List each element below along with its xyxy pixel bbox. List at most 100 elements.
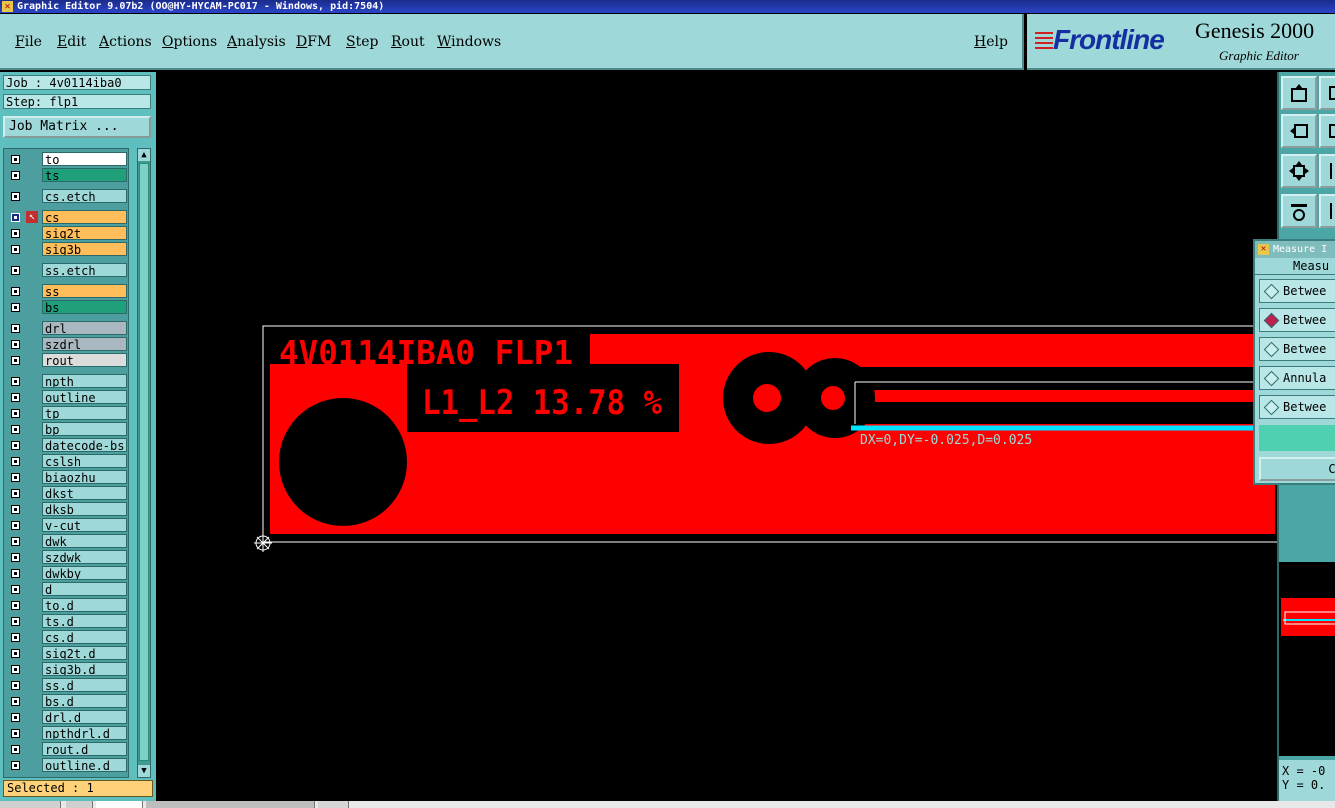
layer-row-to-d[interactable]: to.d bbox=[6, 598, 128, 613]
layer-checkbox[interactable] bbox=[11, 697, 20, 706]
layer-row-sig3b[interactable]: sig3b bbox=[6, 242, 128, 257]
layer-checkbox[interactable] bbox=[11, 266, 20, 275]
layer-name[interactable]: dksb bbox=[42, 502, 127, 516]
layer-name[interactable]: dwkby bbox=[42, 566, 127, 580]
layer-checkbox[interactable] bbox=[11, 585, 20, 594]
layer-name[interactable]: npth bbox=[42, 374, 127, 388]
layer-name[interactable]: rout bbox=[42, 353, 127, 367]
tools-button[interactable] bbox=[1281, 194, 1317, 228]
layer-row-ts-d[interactable]: ts.d bbox=[6, 614, 128, 629]
layer-name[interactable]: ss bbox=[42, 284, 127, 298]
layer-name[interactable]: sig2t.d bbox=[42, 646, 127, 660]
layer-row-npth[interactable]: npth bbox=[6, 374, 128, 389]
overview-map[interactable] bbox=[1279, 562, 1335, 756]
layer-name[interactable]: sig3b.d bbox=[42, 662, 127, 676]
layer-row-tp[interactable]: tp bbox=[6, 406, 128, 421]
layer-name[interactable]: bs.d bbox=[42, 694, 127, 708]
measure-option-1[interactable]: Betwee bbox=[1259, 279, 1335, 303]
split-tool-button[interactable] bbox=[1319, 194, 1335, 228]
layer-checkbox[interactable] bbox=[11, 303, 20, 312]
layer-row-szdrl[interactable]: szdrl bbox=[6, 337, 128, 352]
layer-row-sig3b-d[interactable]: sig3b.d bbox=[6, 662, 128, 677]
layer-row-cs-d[interactable]: cs.d bbox=[6, 630, 128, 645]
layer-row-ss-etch[interactable]: ss.etch bbox=[6, 263, 128, 278]
radio-diamond-icon[interactable] bbox=[1263, 341, 1280, 358]
layer-checkbox[interactable] bbox=[11, 729, 20, 738]
menu-windows[interactable]: Windows bbox=[437, 34, 501, 50]
layer-name[interactable]: tp bbox=[42, 406, 127, 420]
layer-checkbox[interactable] bbox=[11, 213, 20, 222]
layer-checkbox[interactable] bbox=[11, 245, 20, 254]
layer-row-d[interactable]: d bbox=[6, 582, 128, 597]
layer-name[interactable]: ts.d bbox=[42, 614, 127, 628]
layer-row-drl-d[interactable]: drl.d bbox=[6, 710, 128, 725]
dialog-close-icon[interactable]: ✕ bbox=[1258, 244, 1269, 255]
layer-name[interactable]: datecode-bs bbox=[42, 438, 127, 452]
radio-diamond-icon[interactable] bbox=[1263, 283, 1280, 300]
layer-checkbox[interactable] bbox=[11, 761, 20, 770]
layer-row-dwkby[interactable]: dwkby bbox=[6, 566, 128, 581]
layer-checkbox[interactable] bbox=[11, 340, 20, 349]
layer-checkbox[interactable] bbox=[11, 229, 20, 238]
measure-dialog-title-bar[interactable]: ✕ Measure I bbox=[1255, 241, 1335, 258]
layer-name[interactable]: biaozhu bbox=[42, 470, 127, 484]
layer-name[interactable]: dwk bbox=[42, 534, 127, 548]
layer-checkbox[interactable] bbox=[11, 489, 20, 498]
layer-checkbox[interactable] bbox=[11, 553, 20, 562]
layer-row-v-cut[interactable]: v-cut bbox=[6, 518, 128, 533]
layer-name[interactable]: npthdrl.d bbox=[42, 726, 127, 740]
layer-name[interactable]: ss.etch bbox=[42, 263, 127, 277]
layer-name[interactable]: cs.d bbox=[42, 630, 127, 644]
scroll-up-icon[interactable]: ▲ bbox=[138, 149, 150, 161]
layer-checkbox[interactable] bbox=[11, 601, 20, 610]
menu-help[interactable]: Help bbox=[974, 34, 1008, 50]
layer-row-dwk[interactable]: dwk bbox=[6, 534, 128, 549]
layer-checkbox[interactable] bbox=[11, 473, 20, 482]
window-tool-button[interactable] bbox=[1319, 114, 1335, 148]
layer-checkbox[interactable] bbox=[11, 617, 20, 626]
menu-options[interactable]: Options bbox=[162, 34, 217, 50]
center-tool-button[interactable] bbox=[1281, 154, 1317, 188]
layer-row-dkst[interactable]: dkst bbox=[6, 486, 128, 501]
layer-row-bs[interactable]: bs bbox=[6, 300, 128, 315]
layer-row-cslsh[interactable]: cslsh bbox=[6, 454, 128, 469]
measure-option-3[interactable]: Betwee bbox=[1259, 337, 1335, 361]
menu-rout[interactable]: Rout bbox=[391, 34, 425, 50]
scroll-thumb[interactable] bbox=[139, 163, 149, 761]
measure-option-4[interactable]: Annula bbox=[1259, 366, 1335, 390]
layer-name[interactable]: drl.d bbox=[42, 710, 127, 724]
layer-checkbox[interactable] bbox=[11, 633, 20, 642]
job-matrix-button[interactable]: Job Matrix ... bbox=[3, 116, 151, 138]
radio-diamond-icon[interactable] bbox=[1263, 399, 1280, 416]
layer-row-ts[interactable]: ts bbox=[6, 168, 128, 183]
layer-checkbox[interactable] bbox=[11, 681, 20, 690]
layer-name[interactable]: to.d bbox=[42, 598, 127, 612]
layer-checkbox[interactable] bbox=[11, 441, 20, 450]
layer-name[interactable]: cslsh bbox=[42, 454, 127, 468]
layer-name[interactable]: to bbox=[42, 152, 127, 166]
layer-name[interactable]: drl bbox=[42, 321, 127, 335]
menu-file[interactable]: File bbox=[15, 34, 42, 50]
layer-name[interactable]: outline.d bbox=[42, 758, 127, 772]
layer-name[interactable]: rout.d bbox=[42, 742, 127, 756]
menu-analysis[interactable]: Analysis bbox=[227, 34, 286, 50]
radio-diamond-icon[interactable] bbox=[1263, 312, 1280, 329]
copy-tool-button[interactable] bbox=[1319, 76, 1335, 110]
layer-checkbox[interactable] bbox=[11, 324, 20, 333]
layer-checkbox[interactable] bbox=[11, 569, 20, 578]
layer-checkbox[interactable] bbox=[11, 171, 20, 180]
layer-row-cs-etch[interactable]: cs.etch bbox=[6, 189, 128, 204]
layer-checkbox[interactable] bbox=[11, 192, 20, 201]
layer-checkbox[interactable] bbox=[11, 356, 20, 365]
layer-checkbox[interactable] bbox=[11, 713, 20, 722]
layer-row-bs-d[interactable]: bs.d bbox=[6, 694, 128, 709]
layer-checkbox[interactable] bbox=[11, 665, 20, 674]
layer-name[interactable]: bs bbox=[42, 300, 127, 314]
layer-row-ss-d[interactable]: ss.d bbox=[6, 678, 128, 693]
layer-checkbox[interactable] bbox=[11, 745, 20, 754]
layer-row-ss[interactable]: ss bbox=[6, 284, 128, 299]
layer-row-bp[interactable]: bp bbox=[6, 422, 128, 437]
layer-row-to[interactable]: to bbox=[6, 152, 128, 167]
app-close-icon[interactable]: ✕ bbox=[2, 1, 13, 12]
layer-name[interactable]: dkst bbox=[42, 486, 127, 500]
